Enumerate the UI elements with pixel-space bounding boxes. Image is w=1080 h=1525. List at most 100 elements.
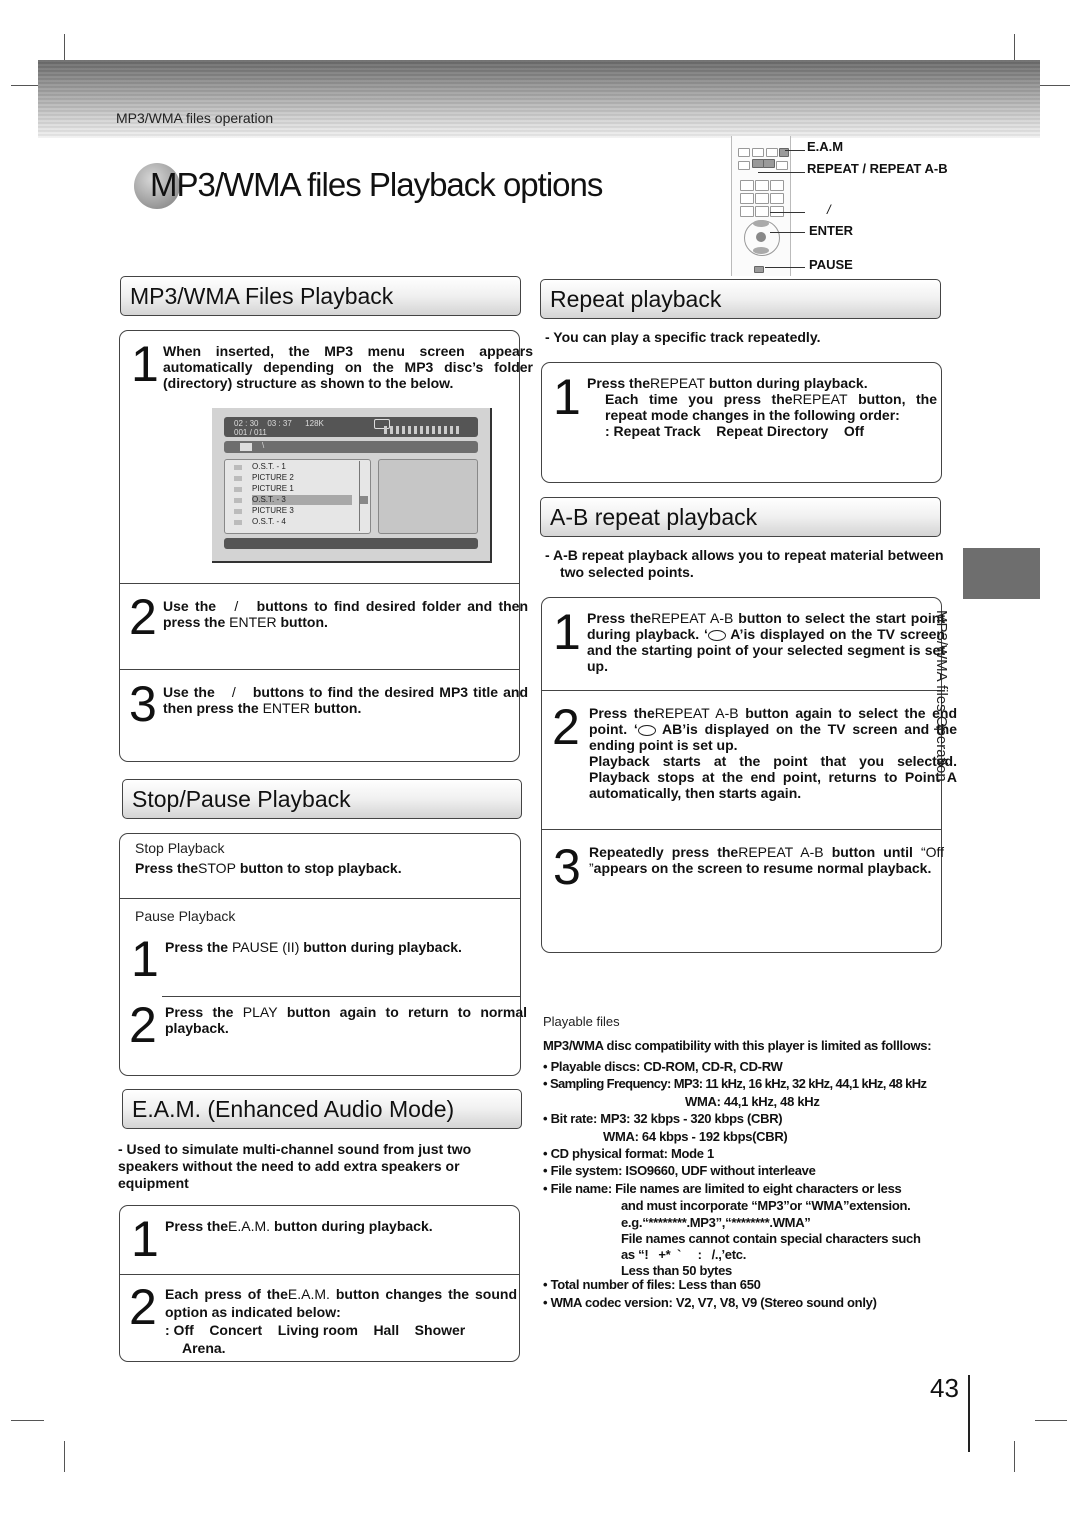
spec-line: • Bit rate: MP3: 32 kbps - 320 kbps (CBR… (543, 1111, 783, 1126)
step-text: Press the PLAY button again to return to… (165, 1004, 527, 1036)
callout-line (785, 150, 805, 151)
repeat-callout: REPEAT / REPEAT A-B (807, 161, 948, 176)
divider (119, 1274, 520, 1275)
spec-line: • Total number of files: Less than 650 (543, 1277, 761, 1292)
crop-mark (1035, 1420, 1067, 1421)
compatibility-intro: MP3/WMA disc compatibility with this pla… (543, 1038, 932, 1053)
remote-button (770, 193, 784, 204)
text: Press the (165, 939, 229, 955)
step-number: 2 (129, 997, 157, 1053)
step-number: 1 (553, 604, 581, 660)
repeat-mode-sequence: : Repeat Track Repeat Directory Off (605, 423, 865, 439)
text: buttons to find desired folder and then … (163, 598, 529, 630)
file-list-item-selected[interactable]: O.S.T. - 3 (252, 495, 352, 505)
enter-callout: ENTER (809, 223, 854, 238)
pause-playback-label: Pause Playback (135, 908, 236, 924)
enter-button-icon (756, 232, 766, 242)
scrollbar-thumb[interactable] (360, 496, 368, 504)
pause-button-icon (754, 266, 764, 273)
file-list-item[interactable]: PICTURE 2 (252, 473, 352, 483)
remote-button (738, 148, 750, 157)
step-text: Press theE.A.M. button during playback. (165, 1218, 515, 1234)
header-band (38, 60, 1040, 138)
text: appears on the screen to resume normal p… (593, 860, 932, 876)
remote-button (755, 193, 769, 204)
crop-mark (1040, 85, 1070, 86)
text: button until (831, 844, 913, 860)
text: button during playback. (708, 375, 868, 391)
remote-button (770, 180, 784, 191)
step-text: Press the PAUSE (II) button during playb… (165, 939, 515, 955)
step-number: 2 (129, 1279, 157, 1335)
file-list-item[interactable]: PICTURE 1 (252, 484, 352, 494)
remote-button (755, 180, 769, 191)
step-text: Press theREPEAT A-B button again to sele… (589, 705, 957, 801)
mp3-menu-screen-illustration: 02 : 30 03 : 37 128K 001 / 011 \ O.S.T. … (212, 408, 492, 563)
text: Press the (589, 705, 655, 721)
chapter-tab-label: MP3/WMA files Operation (930, 610, 954, 790)
page-title: MP3/WMA files Playback options (150, 166, 603, 203)
key-name: STOP (198, 860, 236, 876)
nav-callout: / (827, 202, 831, 217)
total-time: 03 : 37 (267, 419, 292, 428)
picture-icon (234, 509, 242, 514)
remote-button (740, 193, 754, 204)
remote-button (766, 148, 778, 157)
repeat-ab-button-icon (763, 159, 775, 168)
text: button during playback. (273, 1218, 433, 1234)
file-list-item[interactable]: PICTURE 3 (252, 506, 352, 516)
text: Use the (163, 684, 215, 700)
music-icon (234, 465, 242, 470)
folder-path: \ (262, 441, 265, 450)
section-heading-repeat: Repeat playback (540, 279, 941, 319)
spec-line: File names cannot contain special charac… (621, 1231, 921, 1246)
file-list-item[interactable]: O.S.T. - 4 (252, 517, 352, 527)
text: button during playback. (303, 939, 462, 955)
spec-line: • Playable discs: CD-ROM, CD-R, CD-RW (543, 1059, 783, 1074)
text: Each press of the (165, 1286, 288, 1302)
ab-repeat-description: - A-B repeat playback allows you to repe… (545, 547, 944, 580)
spec-line: WMA: 44,1 kHz, 48 kHz (685, 1094, 820, 1109)
text: Each time you press the (605, 391, 793, 407)
page-number-rule (968, 1375, 970, 1452)
divider (119, 669, 520, 670)
key-name: ENTER (229, 614, 277, 630)
key-name: E.A.M. (287, 1286, 330, 1302)
callout-line (770, 212, 805, 213)
spec-line: WMA: 64 kbps - 192 kbps(CBR) (603, 1129, 788, 1144)
section-heading-files-playback: MP3/WMA Files Playback (120, 276, 521, 316)
repeat-description: - You can play a specific track repeated… (545, 329, 821, 345)
key-name: REPEAT A-B (651, 610, 734, 626)
spec-line: • File system: ISO9660, UDF without inte… (543, 1163, 816, 1178)
stop-playback-label: Stop Playback (135, 840, 225, 856)
text: Press the (165, 1004, 234, 1020)
text: Playback starts at the point that you se… (589, 753, 957, 801)
text: Press the (587, 610, 652, 626)
down-arrow-button-icon (753, 247, 769, 254)
up-arrow-button-icon (753, 220, 769, 227)
crop-mark (11, 1420, 44, 1421)
remote-button (752, 148, 764, 157)
step-text: Use the / buttons to find the desired MP… (163, 684, 528, 716)
spec-line: as “! +* ` : /.,’etc. (621, 1247, 747, 1262)
step-text: Use the / buttons to find desired folder… (163, 598, 528, 630)
key-name: REPEAT A-B (654, 705, 739, 721)
key-name: REPEAT (792, 391, 848, 407)
step-number: 1 (131, 336, 159, 392)
section-heading-eam: E.A.M. (Enhanced Audio Mode) (122, 1089, 522, 1129)
remote-button (740, 206, 754, 217)
section-heading-ab-repeat: A-B repeat playback (540, 497, 941, 537)
text: Press the (135, 860, 199, 876)
step-number: 3 (553, 839, 581, 895)
pause-callout: PAUSE (809, 257, 853, 272)
text: button. (280, 614, 328, 630)
step-text: Press theREPEAT button during playback. … (587, 375, 937, 439)
remote-button (755, 206, 769, 217)
spec-line: • File name: File names are limited to e… (543, 1181, 902, 1196)
remote-button (738, 161, 750, 170)
file-list-item[interactable]: O.S.T. - 1 (252, 462, 352, 472)
crop-mark (64, 1441, 65, 1472)
picture-icon (234, 487, 242, 492)
section-heading-stop-pause: Stop/Pause Playback (122, 779, 522, 819)
chapter-tab (963, 548, 1040, 599)
